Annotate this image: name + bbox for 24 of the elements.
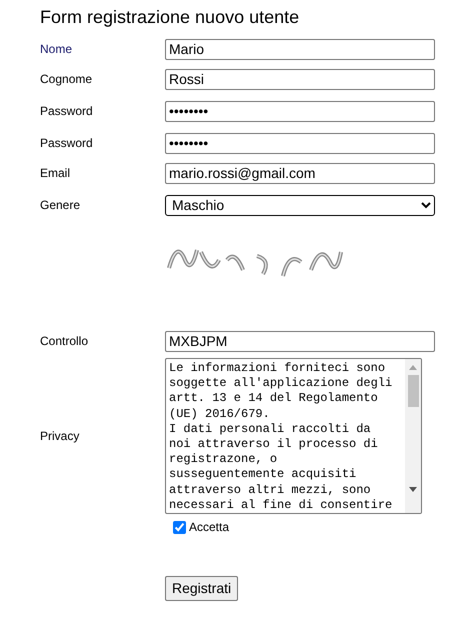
field-label: Cognome <box>40 71 94 88</box>
text-field[interactable]: •••••••• <box>165 132 435 154</box>
scroll-thumb[interactable] <box>408 375 418 407</box>
field-label: Genere <box>40 197 82 214</box>
field-label: Controllo <box>40 333 90 350</box>
field-label: Password <box>40 135 94 152</box>
field-label: Nome <box>40 41 74 58</box>
privacy-text: Le informazioni forniteci sono soggette all'applicazione degli artt. 13 e 14 del Regolamento (UE) 2016/679. I dati personali raccolti da noi attraverso il processo di registrazone, o susseguentemente acquisiti attraverso altri mezzi, sono necessari al fine di consentire <box>168 360 394 513</box>
gender-select[interactable]: Maschio <box>165 194 435 216</box>
text-field[interactable]: •••••••• <box>165 100 435 122</box>
field-label: Password <box>40 103 94 120</box>
checkbox-label: Accetta <box>189 519 230 536</box>
text-field[interactable]: mario.rossi@gmail.com <box>165 162 435 184</box>
field-label: Privacy <box>40 428 80 445</box>
scroll-up-icon[interactable] <box>409 364 417 370</box>
text-field[interactable]: Rossi <box>165 68 435 90</box>
text-field[interactable]: MXBJPM <box>165 330 435 352</box>
scrollbar[interactable] <box>405 359 421 513</box>
field-label: Email <box>40 165 72 182</box>
accept-checkbox[interactable] <box>173 520 186 534</box>
scroll-down-icon[interactable] <box>409 487 417 493</box>
text-field[interactable]: Mario <box>165 38 435 60</box>
register-button[interactable]: Registrati <box>165 576 238 601</box>
form-title: Form registrazione nuovo utente <box>40 6 300 28</box>
